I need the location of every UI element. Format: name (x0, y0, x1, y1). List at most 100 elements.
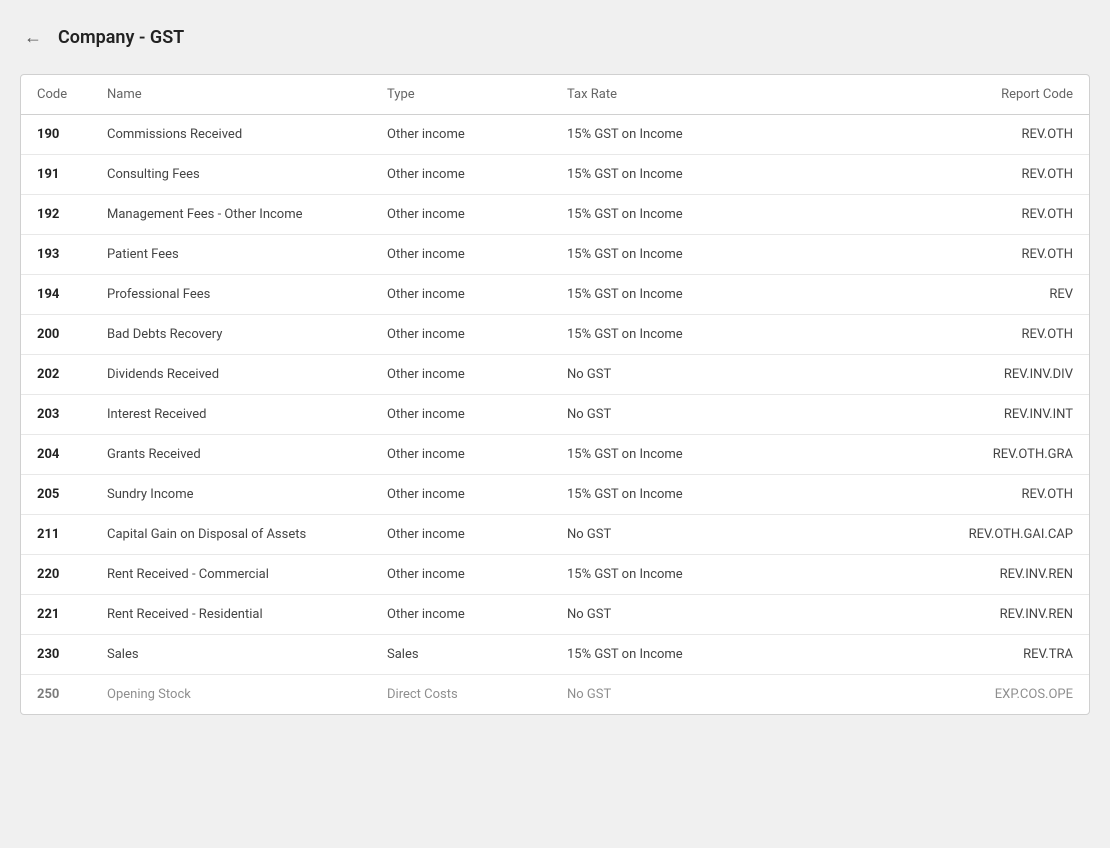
cell-type: Other income (371, 315, 551, 355)
cell-code: 230 (21, 635, 91, 675)
cell-report-code: REV.INV.REN (751, 595, 1089, 635)
cell-tax-rate: 15% GST on Income (551, 555, 751, 595)
cell-code: 204 (21, 435, 91, 475)
cell-code: 193 (21, 235, 91, 275)
table-container: Code Name Type Tax Rate Report Code 190 … (20, 74, 1090, 715)
cell-type: Other income (371, 595, 551, 635)
table-row[interactable]: 192 Management Fees - Other Income Other… (21, 195, 1089, 235)
table-row[interactable]: 211 Capital Gain on Disposal of Assets O… (21, 515, 1089, 555)
cell-report-code: REV.OTH (751, 195, 1089, 235)
cell-code: 203 (21, 395, 91, 435)
cell-name: Patient Fees (91, 235, 371, 275)
cell-name: Professional Fees (91, 275, 371, 315)
table-row[interactable]: 205 Sundry Income Other income 15% GST o… (21, 475, 1089, 515)
cell-type: Sales (371, 635, 551, 675)
table-row[interactable]: 190 Commissions Received Other income 15… (21, 115, 1089, 155)
page-container: ← Company - GST Code Name Type Tax Rate … (0, 0, 1110, 848)
cell-type: Other income (371, 355, 551, 395)
cell-type: Other income (371, 275, 551, 315)
cell-tax-rate: 15% GST on Income (551, 115, 751, 155)
cell-tax-rate: No GST (551, 355, 751, 395)
table-row[interactable]: 230 Sales Sales 15% GST on Income REV.TR… (21, 635, 1089, 675)
back-button[interactable]: ← (20, 24, 46, 50)
cell-type: Other income (371, 515, 551, 555)
cell-report-code: REV.INV.INT (751, 395, 1089, 435)
column-header-tax-rate: Tax Rate (551, 75, 751, 115)
cell-tax-rate: 15% GST on Income (551, 435, 751, 475)
cell-tax-rate: No GST (551, 395, 751, 435)
table-row[interactable]: 193 Patient Fees Other income 15% GST on… (21, 235, 1089, 275)
cell-tax-rate: 15% GST on Income (551, 315, 751, 355)
cell-report-code: REV.TRA (751, 635, 1089, 675)
cell-name: Opening Stock (91, 675, 371, 715)
column-header-report-code: Report Code (751, 75, 1089, 115)
cell-tax-rate: 15% GST on Income (551, 195, 751, 235)
cell-code: 194 (21, 275, 91, 315)
table-row[interactable]: 191 Consulting Fees Other income 15% GST… (21, 155, 1089, 195)
cell-code: 211 (21, 515, 91, 555)
cell-report-code: REV.OTH.GAI.CAP (751, 515, 1089, 555)
cell-report-code: REV.OTH (751, 235, 1089, 275)
table-row[interactable]: 204 Grants Received Other income 15% GST… (21, 435, 1089, 475)
column-header-type: Type (371, 75, 551, 115)
table-row[interactable]: 250 Opening Stock Direct Costs No GST EX… (21, 675, 1089, 715)
cell-name: Sales (91, 635, 371, 675)
cell-tax-rate: 15% GST on Income (551, 275, 751, 315)
cell-code: 192 (21, 195, 91, 235)
cell-type: Other income (371, 395, 551, 435)
cell-code: 220 (21, 555, 91, 595)
cell-tax-rate: No GST (551, 595, 751, 635)
cell-tax-rate: No GST (551, 515, 751, 555)
table-row[interactable]: 220 Rent Received - Commercial Other inc… (21, 555, 1089, 595)
cell-report-code: REV.OTH (751, 475, 1089, 515)
cell-name: Grants Received (91, 435, 371, 475)
page-title: Company - GST (58, 27, 184, 48)
cell-report-code: EXP.COS.OPE (751, 675, 1089, 715)
table-header-row: Code Name Type Tax Rate Report Code (21, 75, 1089, 115)
cell-code: 191 (21, 155, 91, 195)
cell-type: Other income (371, 435, 551, 475)
cell-tax-rate: 15% GST on Income (551, 155, 751, 195)
accounts-table: Code Name Type Tax Rate Report Code 190 … (21, 75, 1089, 714)
cell-report-code: REV.INV.REN (751, 555, 1089, 595)
cell-report-code: REV.OTH (751, 155, 1089, 195)
table-row[interactable]: 202 Dividends Received Other income No G… (21, 355, 1089, 395)
cell-code: 205 (21, 475, 91, 515)
cell-type: Other income (371, 475, 551, 515)
cell-code: 221 (21, 595, 91, 635)
cell-tax-rate: 15% GST on Income (551, 475, 751, 515)
cell-type: Other income (371, 155, 551, 195)
column-header-name: Name (91, 75, 371, 115)
cell-code: 202 (21, 355, 91, 395)
table-row[interactable]: 194 Professional Fees Other income 15% G… (21, 275, 1089, 315)
cell-name: Capital Gain on Disposal of Assets (91, 515, 371, 555)
cell-type: Other income (371, 195, 551, 235)
cell-name: Rent Received - Residential (91, 595, 371, 635)
cell-type: Other income (371, 115, 551, 155)
cell-name: Bad Debts Recovery (91, 315, 371, 355)
cell-name: Dividends Received (91, 355, 371, 395)
cell-report-code: REV (751, 275, 1089, 315)
cell-type: Other income (371, 235, 551, 275)
cell-code: 190 (21, 115, 91, 155)
column-header-code: Code (21, 75, 91, 115)
cell-type: Direct Costs (371, 675, 551, 715)
table-row[interactable]: 221 Rent Received - Residential Other in… (21, 595, 1089, 635)
table-row[interactable]: 203 Interest Received Other income No GS… (21, 395, 1089, 435)
cell-code: 250 (21, 675, 91, 715)
cell-tax-rate: 15% GST on Income (551, 635, 751, 675)
cell-report-code: REV.INV.DIV (751, 355, 1089, 395)
cell-code: 200 (21, 315, 91, 355)
cell-name: Commissions Received (91, 115, 371, 155)
cell-tax-rate: 15% GST on Income (551, 235, 751, 275)
cell-tax-rate: No GST (551, 675, 751, 715)
cell-name: Rent Received - Commercial (91, 555, 371, 595)
cell-name: Interest Received (91, 395, 371, 435)
cell-report-code: REV.OTH (751, 315, 1089, 355)
cell-name: Consulting Fees (91, 155, 371, 195)
cell-name: Sundry Income (91, 475, 371, 515)
cell-name: Management Fees - Other Income (91, 195, 371, 235)
table-row[interactable]: 200 Bad Debts Recovery Other income 15% … (21, 315, 1089, 355)
cell-report-code: REV.OTH (751, 115, 1089, 155)
cell-report-code: REV.OTH.GRA (751, 435, 1089, 475)
